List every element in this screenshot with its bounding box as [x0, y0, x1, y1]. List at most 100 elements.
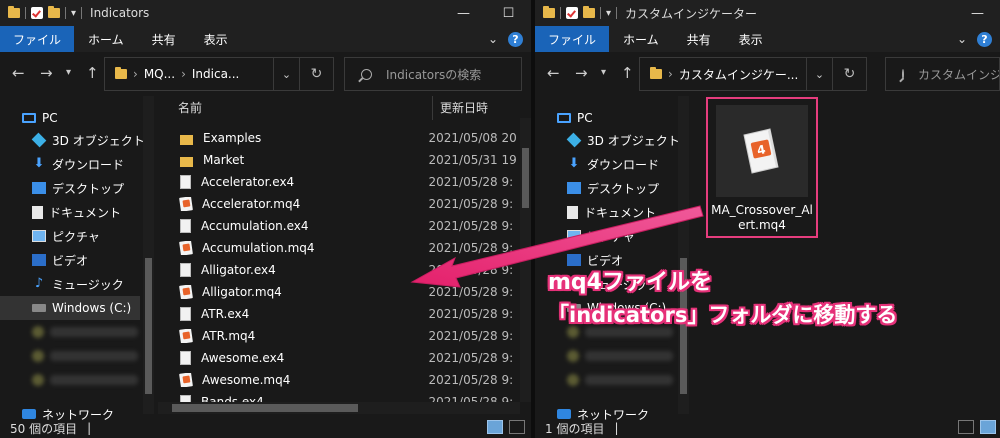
nav-item-3d-objects[interactable]: 3D オブジェクト	[0, 128, 145, 152]
properties-icon[interactable]	[31, 7, 43, 19]
details-view-button[interactable]	[487, 420, 503, 434]
file-item-ma-crossover-alert[interactable]: 4 MA_Crossover_Al ert.mq4	[706, 97, 818, 238]
refresh-button[interactable]: ↻	[300, 57, 334, 91]
address-bar[interactable]: › MQ... › Indica...	[104, 57, 274, 91]
back-button[interactable]: ←	[547, 64, 560, 82]
file-row[interactable]: Awesome.mq4 2021/05/28 9:	[172, 369, 518, 391]
file-row[interactable]: Alligator.mq4 2021/05/28 9:	[172, 281, 518, 303]
new-folder-icon[interactable]	[583, 6, 595, 18]
minimize-button[interactable]: —	[441, 0, 486, 26]
window-title: Indicators	[90, 6, 150, 20]
nav-item-desktop[interactable]: デスクトップ	[0, 176, 140, 200]
file-row[interactable]: Examples 2021/05/08 20	[172, 127, 518, 149]
tab-share[interactable]: 共有	[138, 26, 190, 52]
file-row[interactable]: ATR.mq4 2021/05/28 9:	[172, 325, 518, 347]
tab-view[interactable]: 表示	[725, 26, 777, 52]
properties-icon[interactable]	[566, 7, 578, 19]
customize-toolbar-icon[interactable]: ▾	[71, 8, 76, 19]
nav-item-3d-objects[interactable]: 3D オブジェクト	[535, 128, 680, 152]
address-dropdown-button[interactable]: ⌄	[807, 57, 833, 91]
refresh-button[interactable]: ↻	[833, 57, 867, 91]
download-icon: ⬇	[568, 156, 580, 171]
recent-locations-button[interactable]: ▾	[66, 67, 71, 78]
breadcrumb-separator: ›	[133, 67, 138, 81]
tab-home[interactable]: ホーム	[609, 26, 673, 52]
search-box[interactable]: カスタムインジケーター	[885, 57, 1000, 91]
nav-item-documents[interactable]: ドキュメント	[535, 200, 675, 224]
column-header-name[interactable]: 名前	[178, 96, 202, 118]
scrollbar-thumb[interactable]	[522, 148, 529, 208]
file-name-cell: Examples	[172, 131, 429, 145]
tab-home[interactable]: ホーム	[74, 26, 138, 52]
tab-file[interactable]: ファイル	[0, 26, 75, 52]
breadcrumb-segment[interactable]: カスタムインジケー...	[679, 66, 798, 83]
nav-item-downloads[interactable]: ⬇ ダウンロード	[535, 152, 675, 176]
back-button[interactable]: ←	[12, 64, 25, 82]
drive-icon	[32, 304, 46, 312]
help-icon[interactable]: ?	[508, 31, 523, 47]
nav-item-pc[interactable]: PC	[0, 106, 140, 130]
help-icon[interactable]: ?	[977, 31, 992, 47]
file-row[interactable]: Accumulation.mq4 2021/05/28 9:	[172, 237, 518, 259]
nav-label: ダウンロード	[52, 157, 125, 172]
nav-label: ドキュメント	[584, 205, 657, 220]
forward-button[interactable]: →	[575, 64, 588, 82]
address-dropdown-button[interactable]: ⌄	[274, 57, 300, 91]
file-row[interactable]: Awesome.ex4 2021/05/28 9:	[172, 347, 518, 369]
nav-item-desktop[interactable]: デスクトップ	[535, 176, 675, 200]
file-row[interactable]: Accelerator.mq4 2021/05/28 9:	[172, 193, 518, 215]
breadcrumb-segment[interactable]: MQ...	[144, 67, 175, 81]
tab-view[interactable]: 表示	[190, 26, 242, 52]
column-header-date[interactable]: 更新日時	[440, 96, 488, 118]
details-view-button[interactable]	[958, 420, 974, 434]
folder-icon	[180, 156, 193, 167]
large-icons-view-button[interactable]	[980, 420, 996, 434]
mq4-file-icon	[179, 197, 193, 211]
up-button[interactable]: ↑	[86, 64, 99, 82]
recent-locations-button[interactable]: ▾	[601, 67, 606, 78]
nav-item-pictures[interactable]: ピクチャ	[0, 224, 140, 248]
forward-button[interactable]: →	[40, 64, 53, 82]
file-name: Accelerator.mq4	[202, 197, 301, 211]
file-row[interactable]: Accelerator.ex4 2021/05/28 9:	[172, 171, 518, 193]
address-bar[interactable]: › カスタムインジケー...	[639, 57, 807, 91]
tab-share[interactable]: 共有	[673, 26, 725, 52]
up-button[interactable]: ↑	[621, 64, 634, 82]
breadcrumb-segment[interactable]: Indica...	[192, 67, 240, 81]
nav-pane-scrollbar[interactable]	[143, 96, 154, 414]
large-icons-view-button[interactable]	[509, 420, 525, 434]
file-row[interactable]: Accumulation.ex4 2021/05/28 9:	[172, 215, 518, 237]
file-name-cell: Market	[172, 153, 429, 167]
chevron-down-icon[interactable]: ⌄	[488, 32, 498, 46]
file-row[interactable]: Market 2021/05/31 19	[172, 149, 518, 171]
file-name-cell: Accelerator.ex4	[172, 175, 429, 189]
navigation-pane: PC 3D オブジェクト ⬇ ダウンロード デスクトップ ドキュメント ピクチャ…	[0, 96, 156, 422]
scrollbar-thumb[interactable]	[172, 404, 358, 412]
nav-item-music[interactable]: ♪ ミュージック	[0, 272, 140, 296]
nav-item-videos[interactable]: ビデオ	[0, 248, 140, 272]
nav-item-pictures[interactable]: ピクチャ	[535, 224, 675, 248]
file-row[interactable]: Alligator.ex4 2021/05/28 9:	[172, 259, 518, 281]
chevron-down-icon[interactable]: ⌄	[957, 32, 967, 46]
search-box[interactable]: Indicatorsの検索	[344, 57, 522, 91]
picture-icon	[567, 230, 581, 242]
minimize-button[interactable]: —	[955, 0, 1000, 26]
file-list-scrollbar[interactable]	[520, 118, 531, 402]
nav-item-documents[interactable]: ドキュメント	[0, 200, 140, 224]
nav-pane-scrollbar[interactable]	[678, 96, 689, 414]
new-folder-icon[interactable]	[48, 6, 60, 18]
nav-item-pc[interactable]: PC	[535, 106, 675, 130]
document-icon	[32, 205, 43, 219]
column-divider[interactable]	[432, 96, 433, 120]
redacted-item	[585, 351, 673, 361]
nav-item-drive-c[interactable]: Windows (C:)	[0, 296, 140, 320]
maximize-button[interactable]: ☐	[486, 0, 531, 26]
customize-toolbar-icon[interactable]: ▾	[606, 8, 611, 19]
tab-file[interactable]: ファイル	[535, 26, 610, 52]
nav-item-downloads[interactable]: ⬇ ダウンロード	[0, 152, 140, 176]
horizontal-scrollbar[interactable]	[158, 402, 520, 414]
file-row[interactable]: ATR.ex4 2021/05/28 9:	[172, 303, 518, 325]
item-count: 1 個の項目	[545, 421, 605, 436]
nav-label: デスクトップ	[52, 181, 125, 196]
scrollbar-thumb[interactable]	[145, 258, 152, 394]
